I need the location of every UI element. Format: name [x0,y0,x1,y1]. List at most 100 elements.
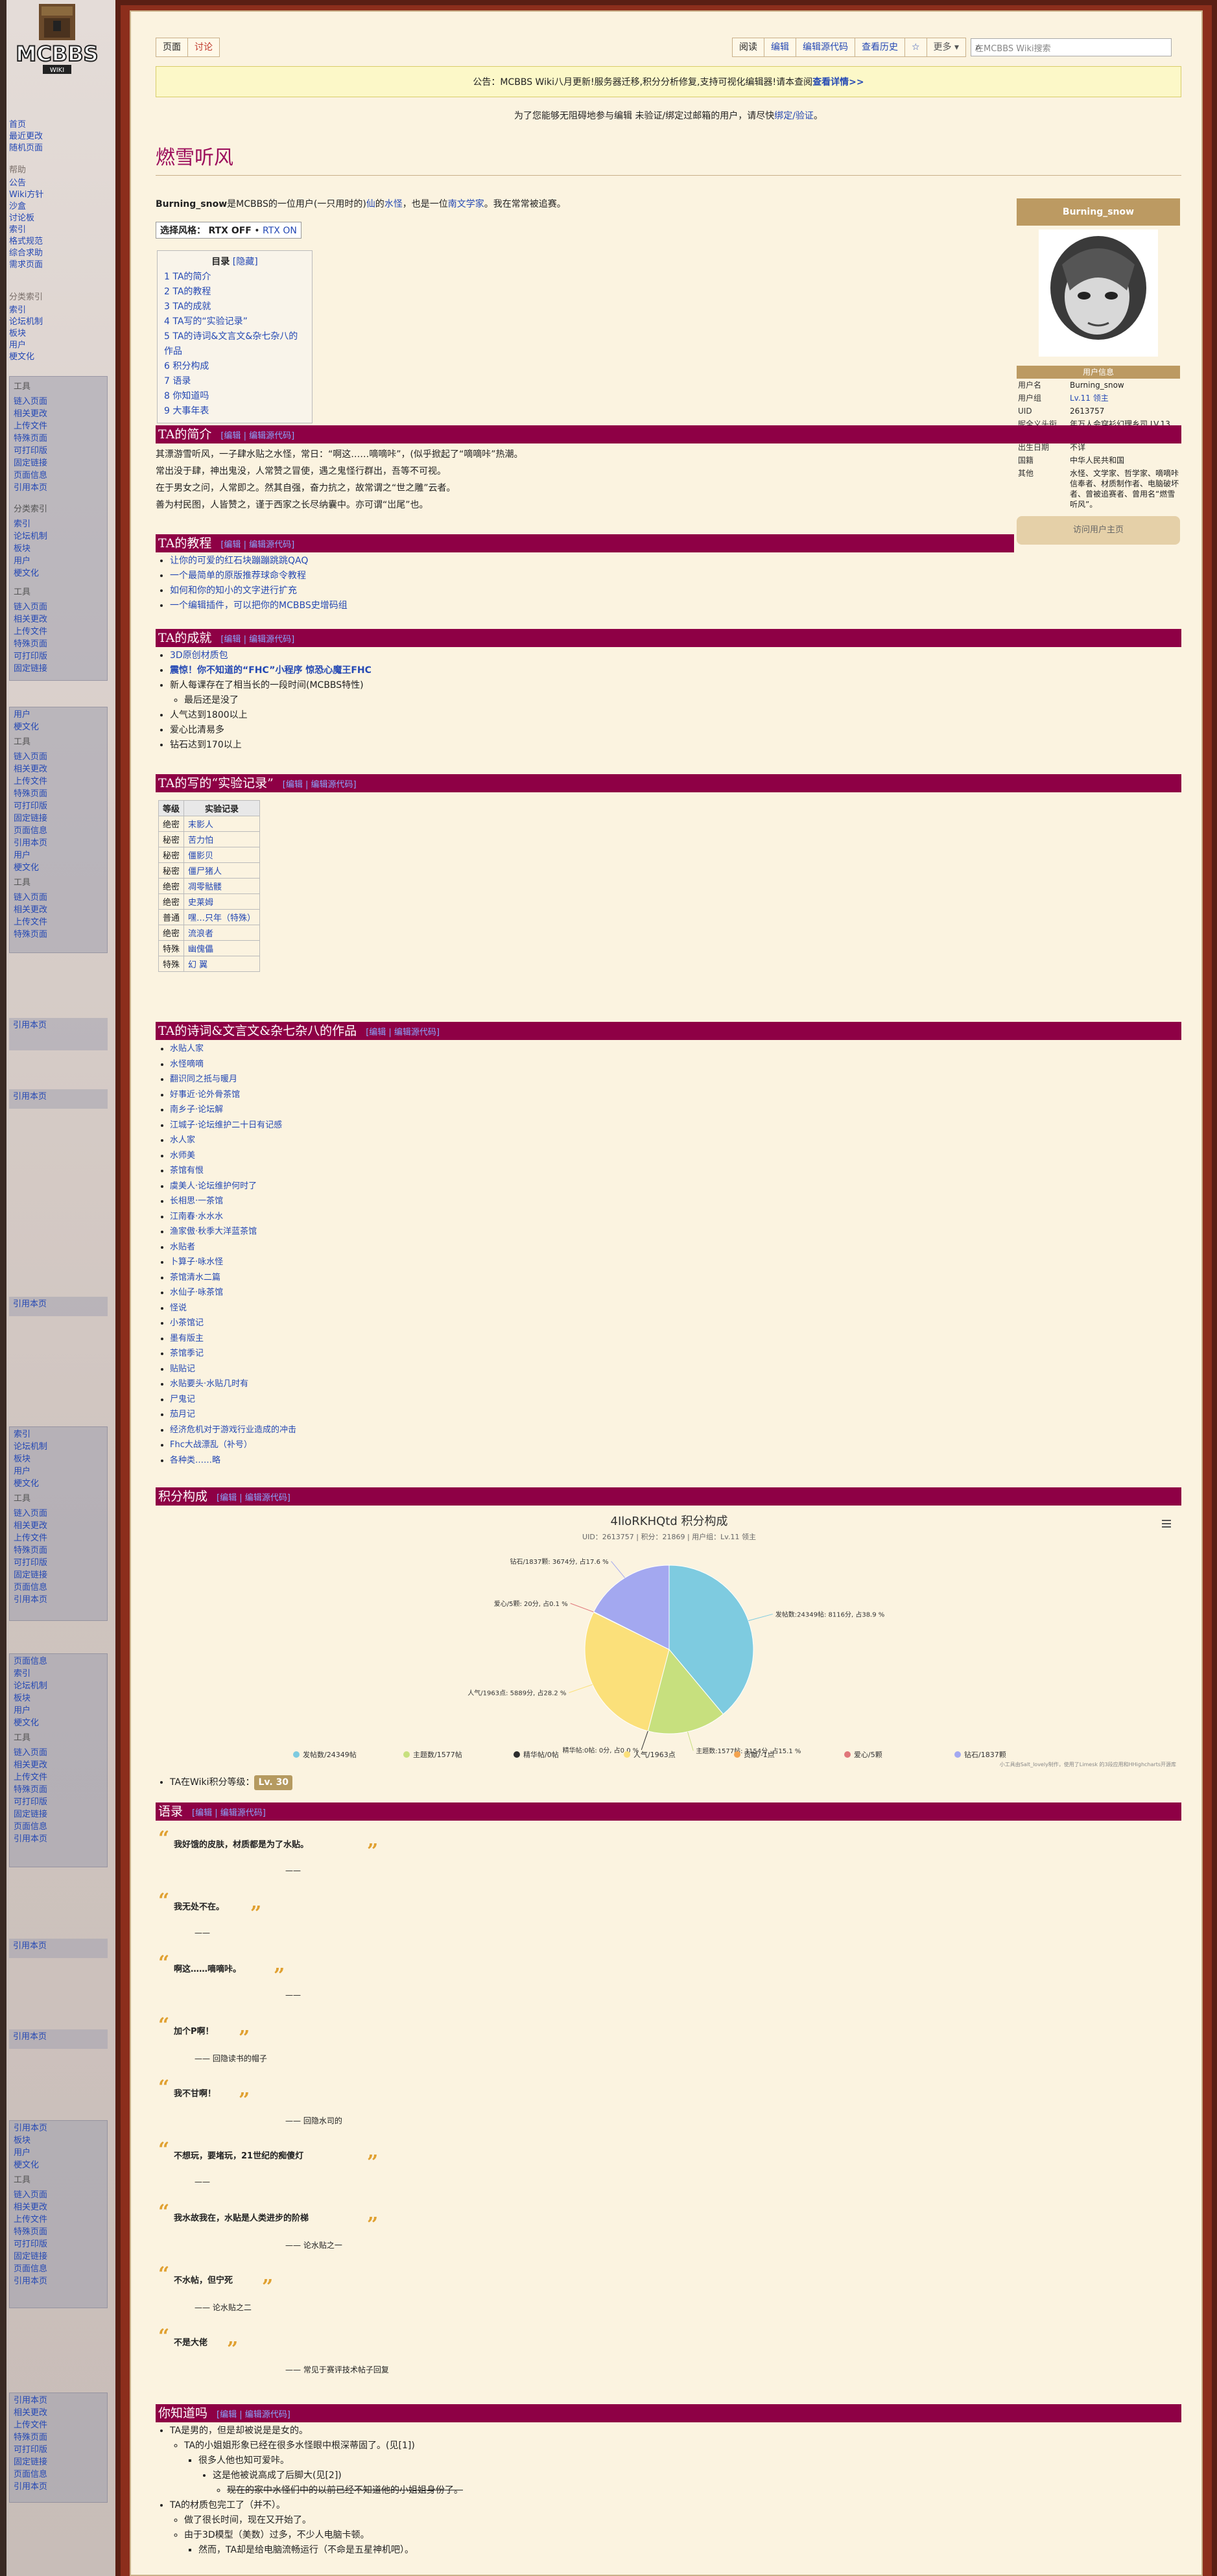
category-link[interactable]: 梗文化 [14,2159,103,2171]
category-link[interactable]: 论坛机制 [9,316,106,328]
table-cell-link[interactable]: 苦力怕 [188,836,213,845]
work-link[interactable]: 水贴人家 [170,1044,204,1054]
tool-link[interactable]: 页面信息 [14,825,103,837]
work-link[interactable]: 翻识同之抵与暖月 [170,1074,237,1084]
work-link[interactable]: 各种类……略 [170,1456,220,1465]
legend-item[interactable]: 主题数/1577帖 [413,1751,462,1759]
tool-link[interactable]: 上传文件 [14,916,103,928]
tool-link[interactable]: 特殊页面 [14,638,103,650]
help-link[interactable]: 沙盒 [9,201,106,213]
tool-link[interactable]: 上传文件 [14,626,103,638]
rtx-on-option[interactable]: RTX ON [263,226,297,236]
category-link[interactable]: 用户 [14,849,103,862]
tab-talk[interactable]: 讨论 [187,38,220,57]
table-cell-link[interactable]: 史莱姆 [188,898,213,908]
toc-item[interactable]: 3 TA的成就 [164,301,211,312]
tool-link[interactable]: 固定链接 [14,812,103,825]
toc-item[interactable]: 6 积分构成 [164,361,209,372]
tool-link[interactable]: 特殊页面 [14,432,103,445]
tool-link[interactable]: 特殊页面 [14,2226,103,2238]
category-link[interactable]: 索引 [14,1668,103,1680]
tool-link[interactable]: 固定链接 [14,663,103,675]
tool-link[interactable]: 相关更改 [14,1520,103,1532]
work-link[interactable]: 水师美 [170,1151,195,1161]
tab-edit[interactable]: 编辑 [763,38,796,57]
work-link[interactable]: 经济危机对于游戏行业造成的冲击 [170,1425,296,1435]
work-link[interactable]: 卜算子·咏水怪 [170,1257,223,1267]
section-edit-link[interactable]: [编辑 | 编辑源代码] [217,1493,290,1503]
search-icon[interactable]: ⌕ [975,41,1167,54]
tool-link[interactable]: 特殊页面 [14,928,103,941]
table-cell-link[interactable]: 幽傀儡 [188,945,213,954]
tool-link[interactable]: 引用本页 [13,1299,47,1309]
work-link[interactable]: 虞美人·论坛维护何时了 [170,1181,257,1191]
work-link[interactable]: 渔家傲·秋季大洋蓝茶馆 [170,1227,257,1236]
section-edit-link[interactable]: [编辑 | 编辑源代码] [192,1808,266,1818]
category-link[interactable]: 用户 [14,709,103,721]
table-cell-link[interactable]: 僵影贝 [188,851,213,861]
work-link[interactable]: 茶馆清水二篇 [170,1273,220,1282]
tool-link[interactable]: 上传文件 [14,2419,103,2431]
tool-link[interactable]: 固定链接 [14,2251,103,2263]
tool-link[interactable]: 可打印版 [14,2444,103,2456]
help-link[interactable]: 综合求助 [9,248,106,259]
legend-item[interactable]: 钻石/1837颗 [964,1750,1006,1759]
tool-link[interactable]: 引用本页 [13,1021,47,1030]
tab-page[interactable]: 页面 [156,38,188,57]
work-link[interactable]: 怪说 [170,1303,187,1313]
tool-link[interactable]: 页面信息 [14,1821,103,1833]
tool-link[interactable]: 相关更改 [14,1759,103,1771]
category-link[interactable]: 梗文化 [9,351,106,363]
tool-link[interactable]: 引用本页 [13,2032,47,2042]
legend-item[interactable]: 贡献/-1点 [744,1750,775,1759]
category-link[interactable]: 索引 [14,518,103,530]
nav-main-page[interactable]: 首页 [9,119,106,131]
tool-link[interactable]: 引用本页 [14,1594,103,1606]
table-cell-link[interactable]: 僵尸猪人 [188,867,222,877]
tool-link[interactable]: 链入页面 [14,751,103,763]
category-link[interactable]: 论坛机制 [14,530,103,543]
work-link[interactable]: 茄月记 [170,1410,195,1419]
nav-random-page[interactable]: 随机页面 [9,143,106,154]
legend-item[interactable]: 精华帖/0帖 [523,1750,559,1759]
verify-link[interactable]: 绑定/验证 [774,111,814,121]
notice-link[interactable]: 查看详情>> [812,77,864,88]
tutorial-link[interactable]: 如何和你的知小的文字进行扩充 [170,585,297,596]
legend-item[interactable]: 人气/1963点 [633,1750,676,1759]
help-link[interactable]: 讨论板 [9,213,106,224]
work-link[interactable]: 尸鬼记 [170,1395,195,1404]
tool-link[interactable]: 页面信息 [14,1581,103,1594]
toc-item[interactable]: 4 TA写的“实验记录” [164,316,248,327]
achievement-link[interactable]: 3D原创材质包 [170,650,228,661]
table-cell-link[interactable]: 凋零骷髅 [188,882,222,892]
tool-link[interactable]: 链入页面 [14,396,103,408]
category-link[interactable]: 板块 [14,1692,103,1705]
tool-link[interactable]: 相关更改 [14,613,103,626]
visit-profile-button[interactable]: 访问用户主页 [1017,516,1180,545]
category-link[interactable]: 论坛机制 [14,1441,103,1453]
tool-link[interactable]: 引用本页 [14,2394,103,2407]
toc-hide-toggle[interactable]: [隐藏] [233,257,258,267]
work-link[interactable]: Fhc大战漂乱（补号） [170,1440,252,1450]
help-link[interactable]: 需求页面 [9,259,106,271]
help-link[interactable]: Wiki方针 [9,189,106,201]
tool-link[interactable]: 页面信息 [14,2263,103,2275]
tool-link[interactable]: 链入页面 [14,1507,103,1520]
section-edit-link[interactable]: [编辑 | 编辑源代码] [220,635,294,644]
category-link[interactable]: 用户 [14,2147,103,2159]
tool-link[interactable]: 可打印版 [14,650,103,663]
category-link[interactable]: 论坛机制 [14,1680,103,1692]
category-link[interactable]: 用户 [9,340,106,351]
intro-link[interactable]: 水怪 [384,199,403,209]
tool-link[interactable]: 特殊页面 [14,1544,103,1557]
help-link[interactable]: 公告 [9,178,106,189]
tool-link[interactable]: 引用本页 [14,482,103,494]
table-cell-link[interactable]: 流浪者 [188,929,213,939]
section-edit-link[interactable]: [编辑 | 编辑源代码] [220,431,294,441]
tool-link[interactable]: 链入页面 [14,2189,103,2201]
tab-read[interactable]: 阅读 [731,38,764,57]
search-input[interactable]: 在MCBBS Wiki搜索 ⌕ [971,38,1172,56]
work-link[interactable]: 水人家 [170,1135,195,1145]
section-edit-link[interactable]: [编辑 | 编辑源代码] [217,2410,290,2420]
tool-link[interactable]: 上传文件 [14,2214,103,2226]
